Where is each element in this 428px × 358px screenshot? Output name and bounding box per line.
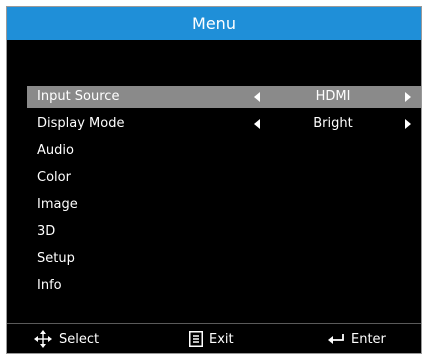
select-hint: Select <box>33 325 99 353</box>
directional-pad-icon <box>33 329 53 349</box>
enter-return-icon <box>327 333 345 345</box>
right-arrow-icon[interactable] <box>401 86 415 108</box>
footer-hints: Select Exit Enter <box>7 325 421 353</box>
input-source-value: HDMI <box>315 89 351 104</box>
menu-item-audio[interactable]: Audio <box>27 140 421 162</box>
menu-item-label: Input Source <box>37 89 120 104</box>
enter-label: Enter <box>351 331 386 347</box>
left-arrow-icon[interactable] <box>250 86 264 108</box>
menu-item-label: Image <box>37 197 78 212</box>
menu-item-3d[interactable]: 3D <box>27 221 421 243</box>
menu-button-icon <box>189 331 203 347</box>
menu-item-setup[interactable]: Setup <box>27 248 421 270</box>
select-label: Select <box>59 331 100 347</box>
menu-item-image[interactable]: Image <box>27 194 421 216</box>
menu-item-color[interactable]: Color <box>27 167 421 189</box>
menu-title: Menu <box>7 7 421 40</box>
menu-item-label: 3D <box>37 224 56 239</box>
menu-item-display-mode[interactable]: Display Mode Bright <box>27 113 421 135</box>
display-mode-value: Bright <box>313 116 353 131</box>
menu-item-label: Setup <box>37 251 75 266</box>
menu-item-info[interactable]: Info <box>27 275 421 297</box>
enter-hint: Enter <box>327 325 386 353</box>
footer-divider <box>7 323 421 324</box>
left-arrow-icon[interactable] <box>250 113 264 135</box>
menu-item-label: Color <box>37 170 71 185</box>
right-arrow-icon[interactable] <box>401 113 415 135</box>
menu-item-input-source[interactable]: Input Source HDMI <box>27 86 421 108</box>
exit-label: Exit <box>209 331 234 347</box>
menu-item-label: Display Mode <box>37 116 125 131</box>
menu-item-label: Info <box>37 278 62 293</box>
osd-menu-window: Menu Input Source HDMI Display Mode Brig… <box>6 6 422 354</box>
menu-item-label: Audio <box>37 143 74 158</box>
exit-hint: Exit <box>189 325 234 353</box>
